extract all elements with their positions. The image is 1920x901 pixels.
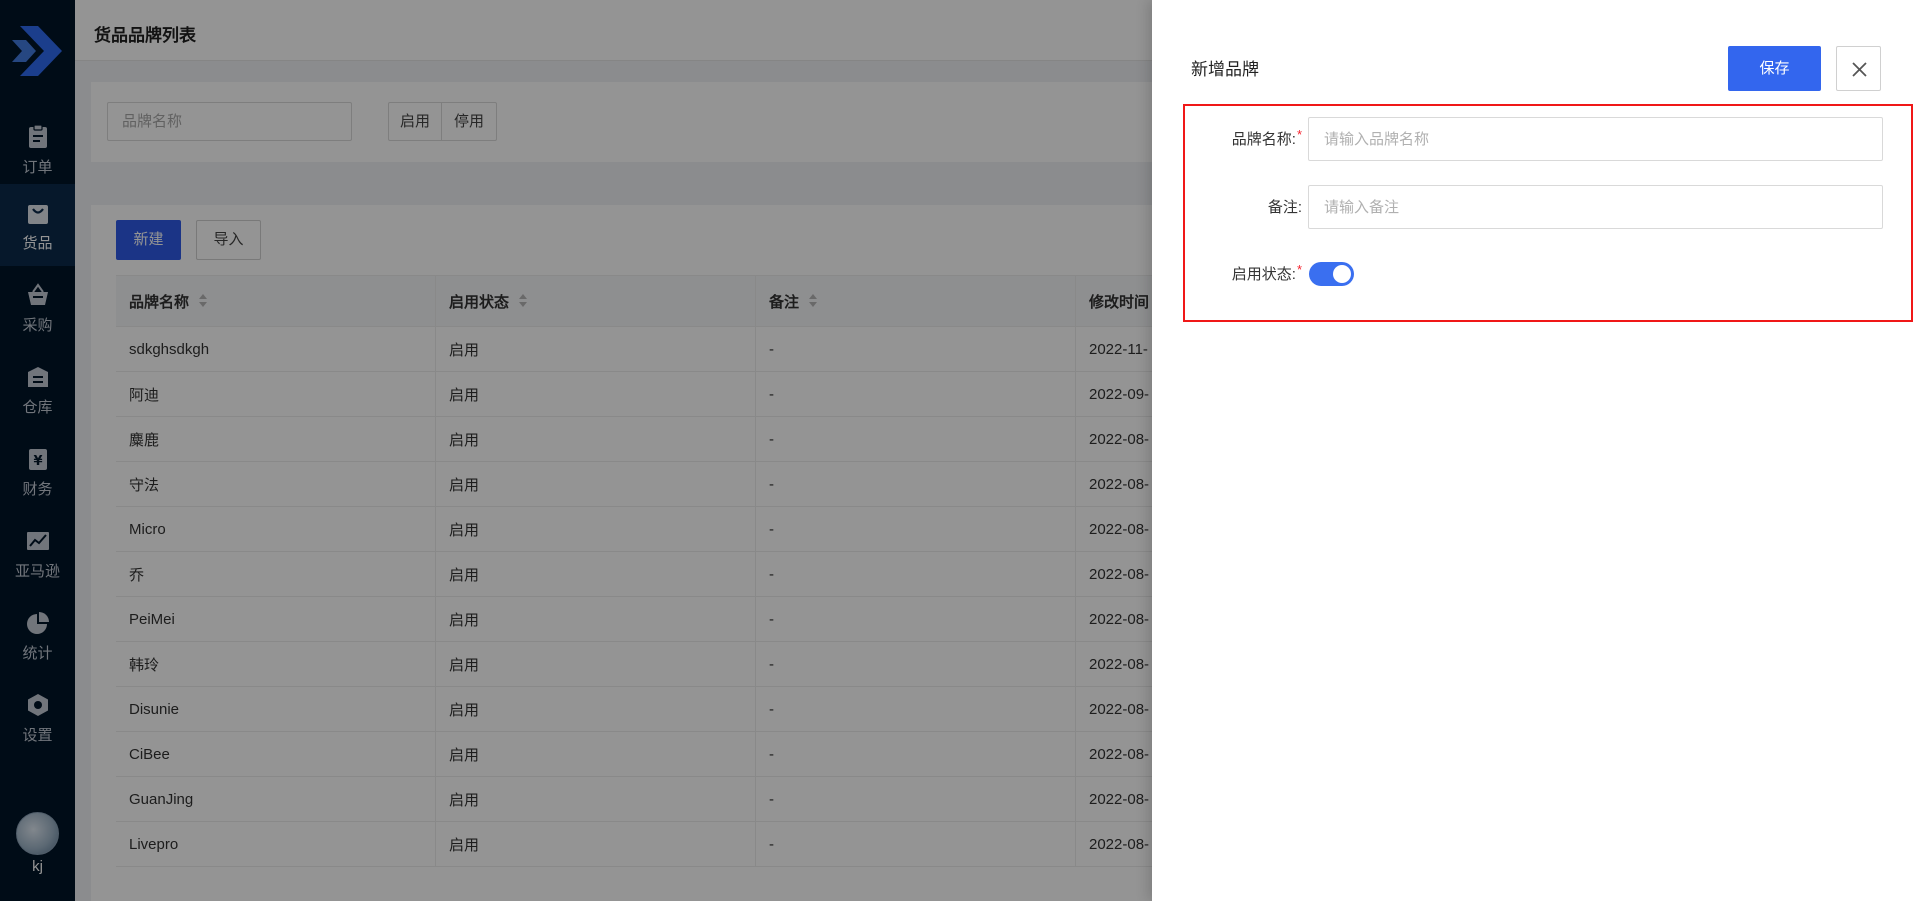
brand-form: 品牌名称:* 备注: 启用状态:* <box>1183 104 1913 322</box>
status-toggle[interactable] <box>1309 262 1354 286</box>
brand-name-label: 品牌名称:* <box>1231 127 1302 148</box>
remark-input[interactable] <box>1308 185 1883 229</box>
toggle-knob <box>1333 265 1351 283</box>
drawer-title: 新增品牌 <box>1191 60 1259 79</box>
add-brand-drawer: 新增品牌 保存 品牌名称:* 备注: 启用状态:* <box>1152 0 1920 901</box>
remark-label: 备注: <box>1267 199 1302 216</box>
status-label: 启用状态:* <box>1231 262 1302 283</box>
save-button[interactable]: 保存 <box>1728 46 1821 91</box>
drawer-mask[interactable] <box>0 0 1152 901</box>
close-icon <box>1852 62 1867 77</box>
required-mark: * <box>1296 127 1302 142</box>
required-mark: * <box>1296 262 1302 277</box>
close-button[interactable] <box>1836 46 1881 91</box>
brand-name-input[interactable] <box>1308 117 1883 161</box>
